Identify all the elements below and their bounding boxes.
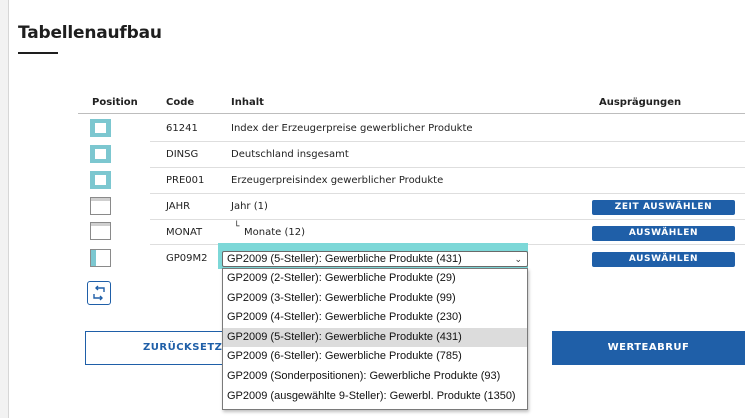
content-cell: Index der Erzeugerpreise gewerblicher Pr… xyxy=(231,123,473,134)
row-divider xyxy=(150,141,745,142)
dropdown-option[interactable]: GP2009 (3-Steller): Gewerbliche Produkte… xyxy=(223,289,527,309)
content-cell: Jahr (1) xyxy=(231,201,268,212)
position-toggle-61241[interactable] xyxy=(90,119,111,137)
reset-button[interactable]: ZURÜCKSETZEN xyxy=(85,331,225,365)
header-divider xyxy=(78,113,745,114)
dropdown-option[interactable]: GP2009 (4-Steller): Gewerbliche Produkte… xyxy=(223,308,527,328)
code-cell: JAHR xyxy=(166,201,191,212)
code-cell: PRE001 xyxy=(166,175,205,186)
select-months-button[interactable]: AUSWÄHLEN xyxy=(592,226,735,241)
position-toggle-pre001[interactable] xyxy=(90,171,111,189)
dropdown-option-selected[interactable]: GP2009 (5-Steller): Gewerbliche Produkte… xyxy=(223,327,527,348)
chevron-down-icon: ⌄ xyxy=(514,254,522,264)
section-title: Tabellenaufbau xyxy=(18,23,162,43)
dropdown-option[interactable]: GP2009 (ausgewählte 9-Steller): Gewerbl.… xyxy=(223,387,527,407)
classification-dropdown: GP2009 (2-Steller): Gewerbliche Produkte… xyxy=(222,268,528,410)
row-divider xyxy=(150,219,745,220)
select-time-button[interactable]: ZEIT AUSWÄHLEN xyxy=(592,200,735,215)
code-cell: GP09M2 xyxy=(166,253,208,264)
fetch-values-button[interactable]: WERTEABRUF xyxy=(552,331,745,365)
content-cell: Monate (12) xyxy=(244,227,305,238)
content-cell: Deutschland insgesamt xyxy=(231,149,349,160)
dropdown-option[interactable]: GP2009 (6-Steller): Gewerbliche Produkte… xyxy=(223,347,527,367)
select-value: GP2009 (5-Steller): Gewerbliche Produkte… xyxy=(227,253,462,265)
position-toggle-dinsg[interactable] xyxy=(90,145,111,163)
dropdown-option[interactable]: GP2009 (Sonderpositionen): Gewerbliche P… xyxy=(223,367,527,387)
code-cell: 61241 xyxy=(166,123,198,134)
code-cell: MONAT xyxy=(166,227,203,238)
position-toggle-gp09m2[interactable] xyxy=(90,249,111,267)
tree-branch-icon: └ xyxy=(234,222,240,232)
title-underline xyxy=(18,52,58,54)
column-header-auspraegungen: Ausprägungen xyxy=(599,97,682,108)
select-products-button[interactable]: AUSWÄHLEN xyxy=(592,252,735,267)
position-toggle-monat[interactable] xyxy=(90,222,111,240)
column-header-code: Code xyxy=(166,97,195,108)
swap-icon[interactable] xyxy=(87,281,111,305)
code-cell: DINSG xyxy=(166,149,199,160)
row-divider xyxy=(150,167,745,168)
column-header-inhalt: Inhalt xyxy=(231,97,264,108)
position-toggle-jahr[interactable] xyxy=(90,197,111,215)
classification-select[interactable]: GP2009 (5-Steller): Gewerbliche Produkte… xyxy=(222,251,528,267)
content-cell: Erzeugerpreisindex gewerblicher Produkte xyxy=(231,175,444,186)
row-divider xyxy=(150,193,745,194)
dropdown-option[interactable]: GP2009 (2-Steller): Gewerbliche Produkte… xyxy=(223,269,527,289)
column-header-position: Position xyxy=(92,97,138,108)
